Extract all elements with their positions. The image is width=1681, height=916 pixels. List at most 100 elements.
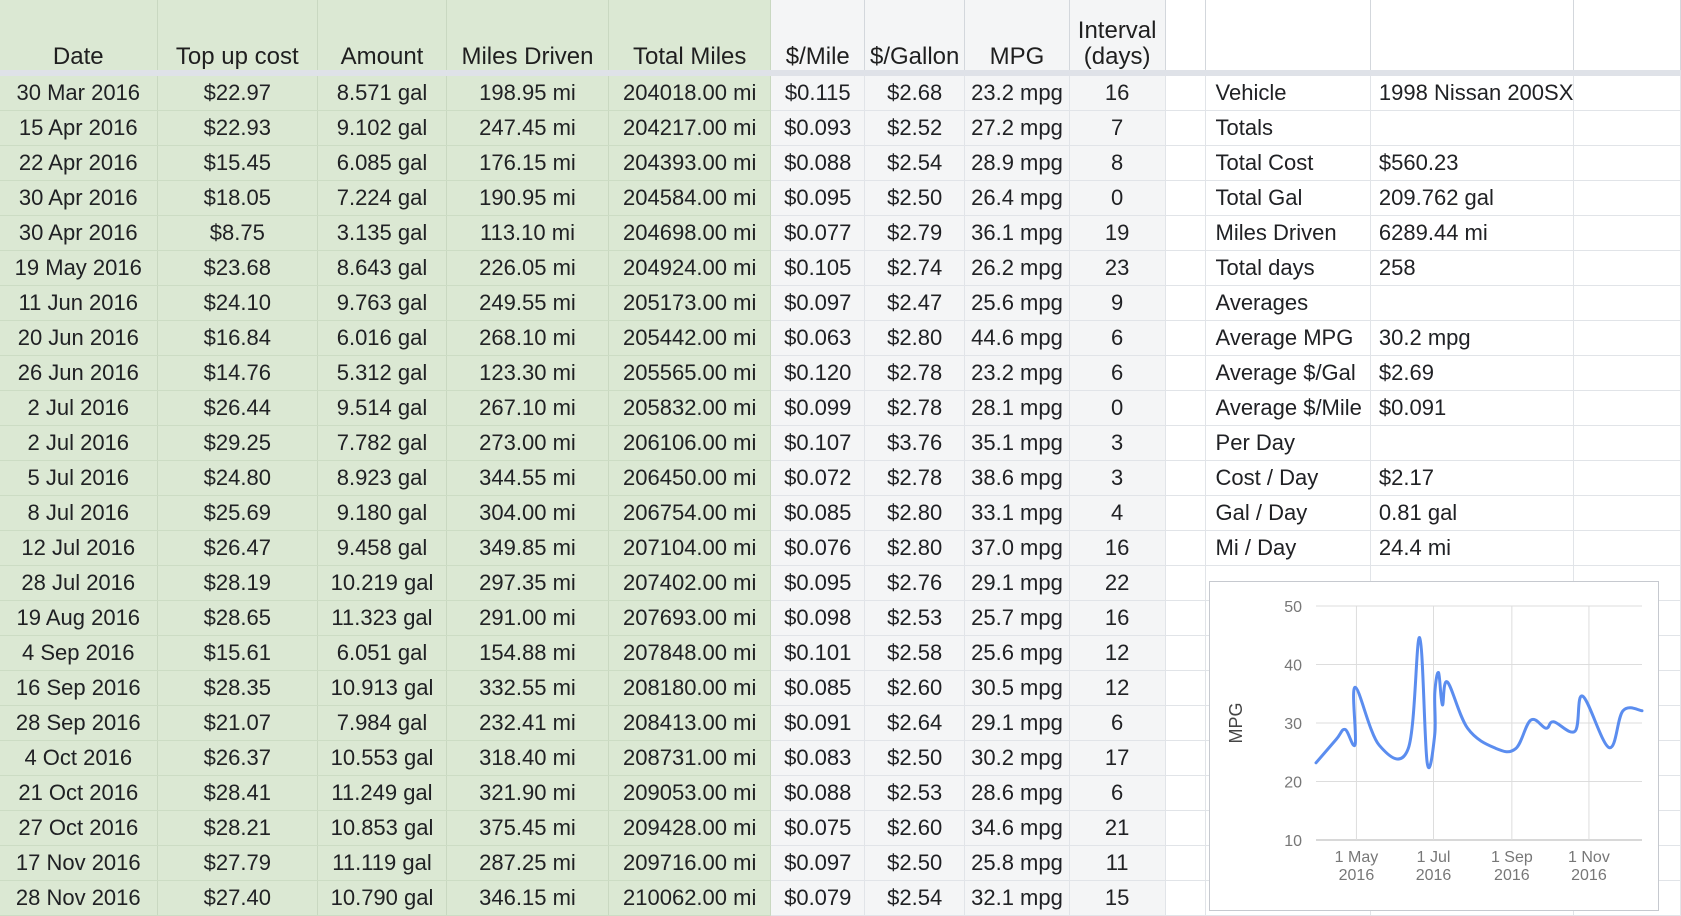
cell-per-gallon[interactable]: $2.50 xyxy=(864,180,966,216)
cell-miles-driven[interactable]: 268.10 mi xyxy=(446,320,610,356)
cell-mpg[interactable]: 34.6 mpg xyxy=(964,810,1070,846)
cell-mpg[interactable]: 28.6 mpg xyxy=(964,775,1070,811)
cell-interval[interactable]: 11 xyxy=(1069,845,1166,881)
summary-value[interactable] xyxy=(1370,285,1575,321)
cell-total-miles[interactable]: 207402.00 mi xyxy=(608,565,772,601)
cell-date[interactable]: 30 Mar 2016 xyxy=(0,76,158,111)
summary-label[interactable]: Total Gal xyxy=(1205,180,1371,216)
cell-miles-driven[interactable]: 273.00 mi xyxy=(446,425,610,461)
empty-cell[interactable] xyxy=(1165,495,1206,531)
summary-value[interactable]: $0.091 xyxy=(1370,390,1575,426)
summary-label[interactable]: Cost / Day xyxy=(1205,460,1371,496)
cell-miles-driven[interactable]: 249.55 mi xyxy=(446,285,610,321)
cell-per-mile[interactable]: $0.101 xyxy=(770,635,866,671)
summary-label[interactable]: Miles Driven xyxy=(1205,215,1371,251)
cell-total-miles[interactable]: 205173.00 mi xyxy=(608,285,772,321)
cell-date[interactable]: 19 Aug 2016 xyxy=(0,600,158,636)
summary-value[interactable]: 6289.44 mi xyxy=(1370,215,1575,251)
cell-top-up-cost[interactable]: $15.45 xyxy=(157,145,319,181)
cell-date[interactable]: 26 Jun 2016 xyxy=(0,355,158,391)
cell-miles-driven[interactable]: 318.40 mi xyxy=(446,740,610,776)
cell-top-up-cost[interactable]: $26.44 xyxy=(157,390,319,426)
cell-per-mile[interactable]: $0.088 xyxy=(770,775,866,811)
cell-mpg[interactable]: 26.2 mpg xyxy=(964,250,1070,286)
cell-total-miles[interactable]: 205565.00 mi xyxy=(608,355,772,391)
cell-per-mile[interactable]: $0.085 xyxy=(770,495,866,531)
empty-cell[interactable] xyxy=(1165,145,1206,181)
cell-total-miles[interactable]: 209428.00 mi xyxy=(608,810,772,846)
cell-interval[interactable]: 6 xyxy=(1069,705,1166,741)
empty-cell[interactable] xyxy=(1573,460,1681,496)
cell-per-mile[interactable]: $0.063 xyxy=(770,320,866,356)
empty-cell[interactable] xyxy=(1573,425,1681,461)
cell-mpg[interactable]: 30.2 mpg xyxy=(964,740,1070,776)
cell-total-miles[interactable]: 209053.00 mi xyxy=(608,775,772,811)
cell-date[interactable]: 19 May 2016 xyxy=(0,250,158,286)
cell-total-miles[interactable]: 208731.00 mi xyxy=(608,740,772,776)
empty-cell[interactable] xyxy=(1165,425,1206,461)
cell-per-mile[interactable]: $0.097 xyxy=(770,845,866,881)
cell-interval[interactable]: 8 xyxy=(1069,145,1166,181)
header-total-miles[interactable]: Total Miles xyxy=(608,0,772,70)
cell-amount[interactable]: 3.135 gal xyxy=(317,215,447,251)
cell-per-mile[interactable]: $0.095 xyxy=(770,565,866,601)
cell-mpg[interactable]: 30.5 mpg xyxy=(964,670,1070,706)
cell-amount[interactable]: 10.553 gal xyxy=(317,740,447,776)
cell-total-miles[interactable]: 207848.00 mi xyxy=(608,635,772,671)
cell-interval[interactable]: 6 xyxy=(1069,320,1166,356)
cell-per-gallon[interactable]: $2.76 xyxy=(864,565,966,601)
summary-value[interactable]: $2.17 xyxy=(1370,460,1575,496)
summary-label[interactable]: Per Day xyxy=(1205,425,1371,461)
header-empty-cell[interactable] xyxy=(1165,0,1206,70)
cell-top-up-cost[interactable]: $16.84 xyxy=(157,320,319,356)
cell-interval[interactable]: 22 xyxy=(1069,565,1166,601)
cell-interval[interactable]: 6 xyxy=(1069,355,1166,391)
cell-per-gallon[interactable]: $2.64 xyxy=(864,705,966,741)
cell-interval[interactable]: 9 xyxy=(1069,285,1166,321)
cell-top-up-cost[interactable]: $28.35 xyxy=(157,670,319,706)
cell-per-gallon[interactable]: $2.68 xyxy=(864,76,966,111)
empty-cell[interactable] xyxy=(1165,390,1206,426)
summary-label[interactable]: Average $/Mile xyxy=(1205,390,1371,426)
cell-date[interactable]: 27 Oct 2016 xyxy=(0,810,158,846)
empty-cell[interactable] xyxy=(1165,460,1206,496)
cell-per-mile[interactable]: $0.107 xyxy=(770,425,866,461)
header-miles-driven[interactable]: Miles Driven xyxy=(446,0,610,70)
empty-cell[interactable] xyxy=(1165,670,1206,706)
cell-miles-driven[interactable]: 198.95 mi xyxy=(446,76,610,111)
cell-amount[interactable]: 7.224 gal xyxy=(317,180,447,216)
cell-mpg[interactable]: 33.1 mpg xyxy=(964,495,1070,531)
cell-amount[interactable]: 11.249 gal xyxy=(317,775,447,811)
cell-per-gallon[interactable]: $2.58 xyxy=(864,635,966,671)
empty-cell[interactable] xyxy=(1165,740,1206,776)
cell-amount[interactable]: 8.571 gal xyxy=(317,76,447,111)
cell-miles-driven[interactable]: 321.90 mi xyxy=(446,775,610,811)
summary-label[interactable]: Total days xyxy=(1205,250,1371,286)
cell-mpg[interactable]: 25.8 mpg xyxy=(964,845,1070,881)
cell-top-up-cost[interactable]: $28.65 xyxy=(157,600,319,636)
cell-top-up-cost[interactable]: $28.21 xyxy=(157,810,319,846)
cell-mpg[interactable]: 44.6 mpg xyxy=(964,320,1070,356)
cell-per-gallon[interactable]: $2.79 xyxy=(864,215,966,251)
cell-miles-driven[interactable]: 190.95 mi xyxy=(446,180,610,216)
cell-per-mile[interactable]: $0.083 xyxy=(770,740,866,776)
cell-amount[interactable]: 10.913 gal xyxy=(317,670,447,706)
cell-amount[interactable]: 10.853 gal xyxy=(317,810,447,846)
cell-per-mile[interactable]: $0.075 xyxy=(770,810,866,846)
summary-value[interactable]: 1998 Nissan 200SX xyxy=(1370,76,1575,111)
empty-cell[interactable] xyxy=(1573,180,1681,216)
cell-top-up-cost[interactable]: $24.80 xyxy=(157,460,319,496)
cell-amount[interactable]: 6.016 gal xyxy=(317,320,447,356)
cell-mpg[interactable]: 37.0 mpg xyxy=(964,530,1070,566)
cell-per-gallon[interactable]: $2.54 xyxy=(864,145,966,181)
cell-date[interactable]: 17 Nov 2016 xyxy=(0,845,158,881)
cell-per-gallon[interactable]: $2.74 xyxy=(864,250,966,286)
cell-date[interactable]: 4 Sep 2016 xyxy=(0,635,158,671)
header-amount[interactable]: Amount xyxy=(317,0,447,70)
cell-miles-driven[interactable]: 247.45 mi xyxy=(446,110,610,146)
cell-top-up-cost[interactable]: $29.25 xyxy=(157,425,319,461)
cell-per-gallon[interactable]: $3.76 xyxy=(864,425,966,461)
cell-amount[interactable]: 10.219 gal xyxy=(317,565,447,601)
cell-date[interactable]: 28 Nov 2016 xyxy=(0,880,158,916)
cell-total-miles[interactable]: 210062.00 mi xyxy=(608,880,772,916)
